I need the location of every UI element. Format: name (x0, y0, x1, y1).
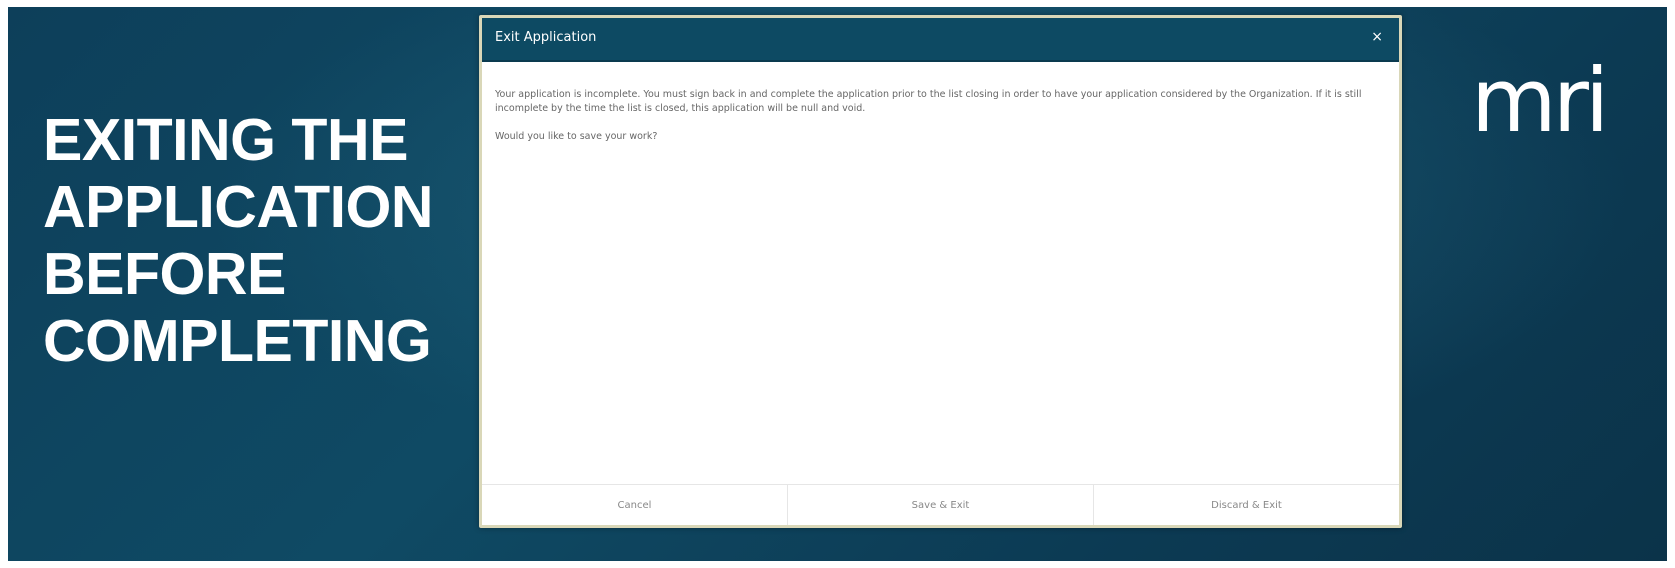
slide-title: EXITING THE APPLICATION BEFORE COMPLETIN… (43, 107, 443, 375)
dialog-title: Exit Application (495, 30, 597, 45)
dialog-question: Would you like to save your work? (495, 131, 658, 142)
close-icon[interactable]: × (1371, 29, 1383, 45)
dialog-footer: Cancel Save & Exit Discard & Exit (482, 484, 1399, 525)
slide-title-line: COMPLETING (43, 308, 432, 374)
dialog-message: Your application is incomplete. You must… (495, 89, 1362, 114)
exit-application-dialog: Exit Application × Your application is i… (479, 15, 1402, 528)
dialog-header: Exit Application × (482, 18, 1399, 62)
slide-title-line: BEFORE (43, 241, 286, 307)
save-exit-button[interactable]: Save & Exit (787, 485, 1093, 525)
slide-title-line: EXITING THE (43, 107, 408, 173)
dialog-body: Your application is incomplete. You must… (495, 88, 1387, 158)
mri-logo: mri (1471, 49, 1609, 152)
discard-exit-button[interactable]: Discard & Exit (1093, 485, 1399, 525)
cancel-button[interactable]: Cancel (482, 485, 787, 525)
slide-title-line: APPLICATION (43, 174, 434, 240)
